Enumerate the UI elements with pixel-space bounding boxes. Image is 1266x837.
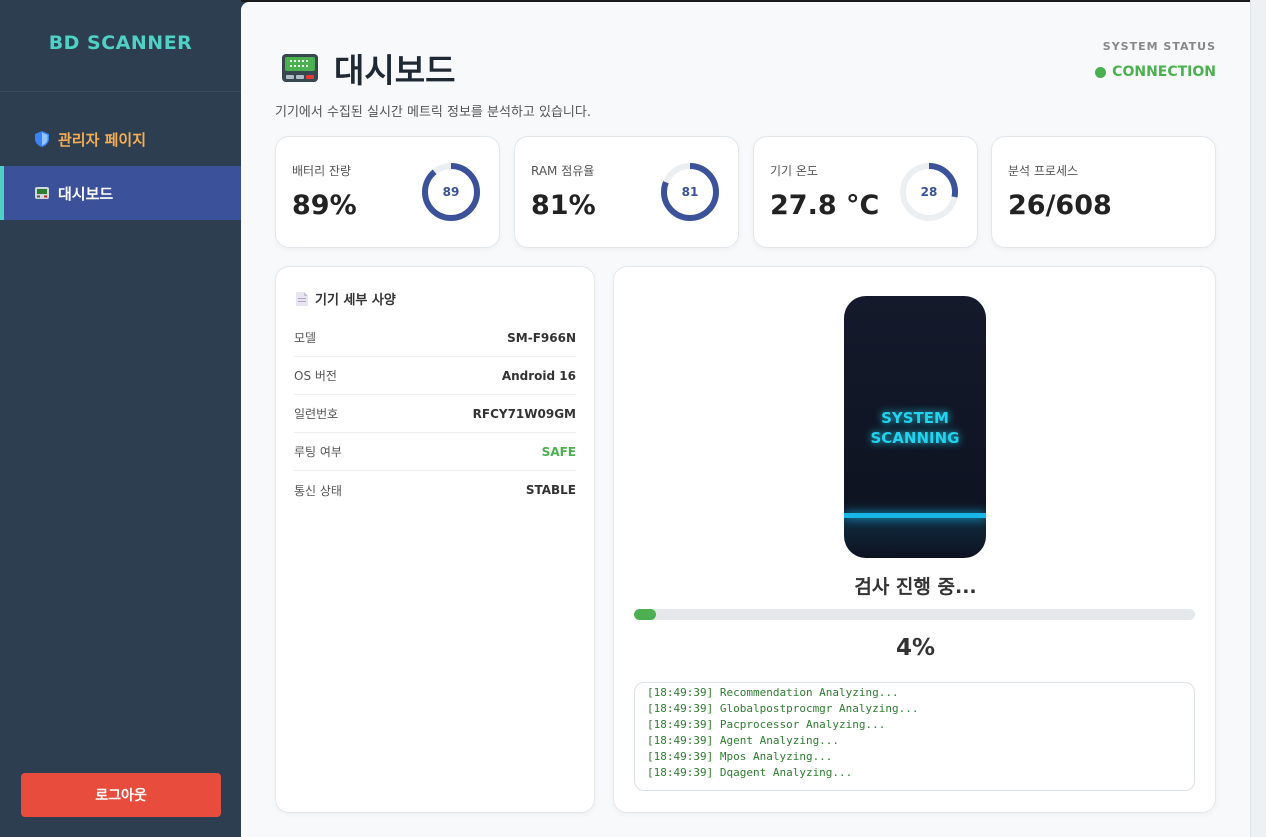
spec-value: STABLE	[525, 483, 576, 497]
spec-key: 통신 상태	[294, 483, 342, 498]
spec-key: 일련번호	[294, 407, 339, 421]
scan-progress-bar	[634, 609, 1195, 620]
spec-row: 통신 상태 STABLE	[294, 471, 576, 509]
spec-row: 모델 SM-F966N	[294, 319, 576, 357]
spec-value: Android 16	[501, 368, 576, 383]
log-line: [18:49:39] Dqagent Analyzing...	[647, 766, 853, 779]
spec-row: OS 버전 Android 16	[294, 357, 576, 395]
shield-icon	[34, 131, 49, 147]
metric-value: 26/608	[1008, 190, 1112, 221]
log-line: [18:49:39] Recommendation Analyzing...	[647, 686, 899, 699]
metric-label: 배터리 잔량	[292, 164, 352, 178]
scrollbar[interactable]	[1250, 0, 1266, 837]
log-line: [18:49:39] Pacprocessor Analyzing...	[647, 718, 886, 731]
metric-label: RAM 점유율	[531, 164, 595, 178]
dashboard-pager-icon	[282, 54, 318, 82]
phone-text-line: SYSTEM	[881, 409, 949, 427]
document-icon	[296, 291, 308, 306]
specs-title-text: 기기 세부 사양	[315, 293, 396, 308]
metric-value: 89%	[292, 190, 357, 221]
scan-status-text: 검사 진행 중...	[854, 576, 977, 598]
spec-row: 일련번호 RFCY71W09GM	[294, 395, 576, 433]
metric-value: 81%	[531, 190, 596, 221]
log-line: [18:49:39] Globalpostprocmgr Analyzing..…	[647, 702, 919, 715]
phone-scanning-text: SYSTEM SCANNING	[844, 408, 986, 448]
main-content: 대시보드 기기에서 수집된 실시간 메트릭 정보를 분석하고 있습니다. SYS…	[241, 2, 1250, 837]
log-line: [18:49:39] Agent Analyzing...	[647, 734, 840, 747]
log-line: [18:49:39] Mpos Analyzing...	[647, 750, 833, 763]
dashboard-icon	[34, 186, 49, 201]
system-status-value: CONNECTION	[1112, 64, 1216, 80]
metric-label: 분석 프로세스	[1008, 164, 1079, 178]
logout-button[interactable]: 로그아웃	[21, 773, 221, 817]
scan-progress-percent: 4%	[895, 635, 936, 661]
phone-illustration: SYSTEM SCANNING	[844, 296, 986, 558]
metric-card-process: 분석 프로세스 26/608	[991, 136, 1216, 248]
sidebar: BD SCANNER 관리자 페이지 대시보드 로그아웃	[0, 0, 241, 837]
spec-row: 루팅 여부 SAFE	[294, 433, 576, 471]
specs-title: 기기 세부 사양	[296, 289, 396, 308]
page-subtitle: 기기에서 수집된 실시간 메트릭 정보를 분석하고 있습니다.	[275, 105, 591, 120]
scan-card: SYSTEM SCANNING 검사 진행 중... 4% [18:49:39]…	[613, 266, 1216, 813]
system-status-badge: CONNECTION	[1095, 64, 1216, 80]
metric-ring-value: 81	[681, 185, 699, 199]
scan-log[interactable]: [18:49:39] Recommendation Analyzing... […	[634, 682, 1195, 791]
phone-text-line: SCANNING	[870, 429, 960, 447]
spec-value-rooting: SAFE	[541, 444, 576, 459]
spec-key: OS 버전	[294, 369, 337, 383]
status-dot-icon	[1095, 66, 1107, 78]
page-title: 대시보드	[334, 51, 456, 90]
scan-glow	[844, 518, 986, 558]
metric-card-ram: RAM 점유율 81% 81	[514, 136, 739, 248]
system-status-label: SYSTEM STATUS	[1102, 40, 1216, 53]
metric-label: 기기 온도	[770, 164, 818, 178]
spec-value: SM-F966N	[507, 330, 576, 345]
spec-value: RFCY71W09GM	[472, 406, 576, 421]
metric-ring-value: 89	[442, 185, 460, 199]
spec-key: 루팅 여부	[294, 445, 342, 459]
spec-key: 모델	[294, 331, 317, 345]
metric-card-temperature: 기기 온도 27.8 °C 28	[753, 136, 978, 248]
brand-logo: BD SCANNER	[0, 0, 241, 92]
scan-progress-fill	[634, 609, 657, 620]
sidebar-item-admin[interactable]: 관리자 페이지	[0, 112, 241, 166]
metric-card-battery: 배터리 잔량 89% 89	[275, 136, 500, 248]
device-specs-card: 기기 세부 사양 모델 SM-F966N OS 버전 Android 16 일련…	[275, 266, 595, 813]
sidebar-item-label: 관리자 페이지	[58, 130, 147, 149]
sidebar-item-label: 대시보드	[58, 184, 114, 203]
metric-value: 27.8 °C	[770, 190, 880, 221]
sidebar-item-dashboard[interactable]: 대시보드	[0, 166, 241, 220]
metric-ring-value: 28	[920, 185, 938, 199]
